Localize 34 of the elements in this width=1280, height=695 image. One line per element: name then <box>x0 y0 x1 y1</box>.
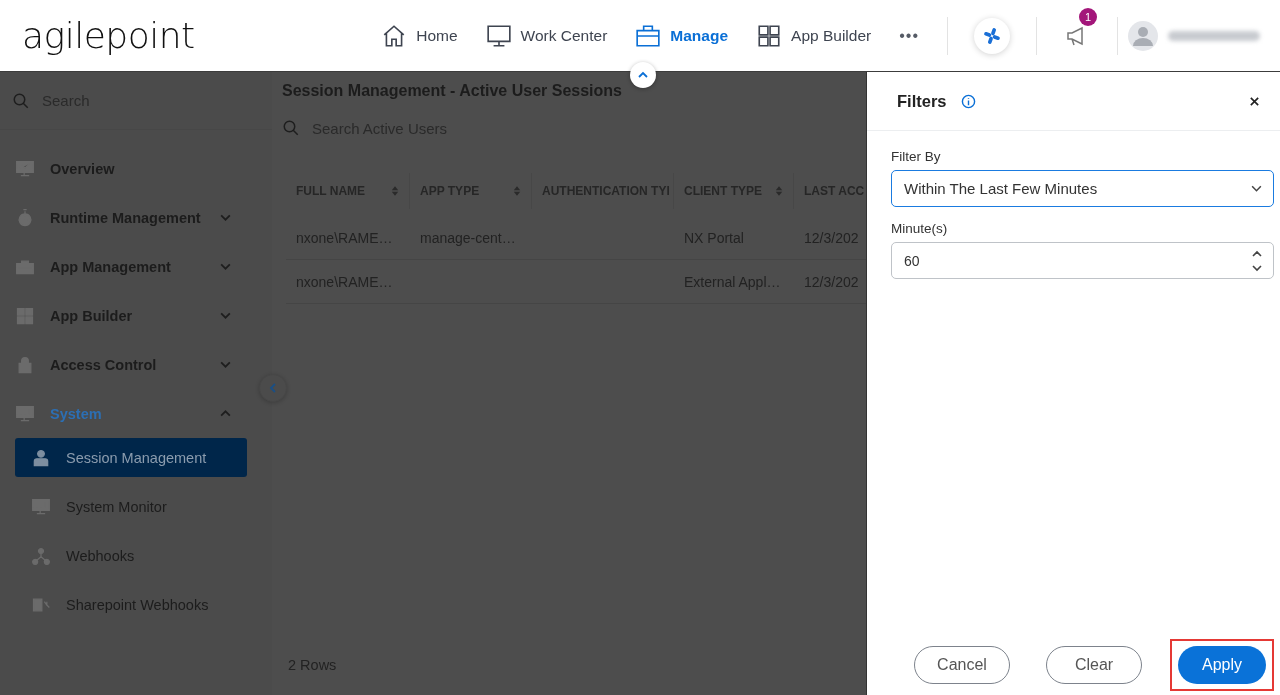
info-icon[interactable] <box>960 93 976 109</box>
field-label: Minute(s) <box>891 221 949 236</box>
filter-action-button[interactable]: Clear <box>1046 646 1142 684</box>
network-icon <box>31 545 51 566</box>
notification-badge: 1 <box>1079 7 1097 26</box>
sidebar-subitem[interactable]: Session Management <box>15 438 247 477</box>
app-button[interactable] <box>974 17 1010 54</box>
monitor-icon <box>485 22 512 49</box>
nav-tab[interactable]: Home <box>381 22 458 49</box>
filter-dropdown[interactable]: Within The Last Few Minutes <box>891 170 1274 207</box>
monitor-sliders-icon <box>31 496 51 517</box>
nav-tab[interactable]: App Builder <box>756 22 872 49</box>
field-label: Filter By <box>891 149 942 164</box>
more-button[interactable]: ••• <box>899 26 919 45</box>
collapse-header-button[interactable] <box>630 62 656 88</box>
panel-title: Filters <box>897 91 947 111</box>
logo[interactable]: agilepoint <box>22 15 195 56</box>
filter-action-button[interactable]: Apply <box>1178 646 1266 684</box>
stopwatch-icon <box>15 207 35 228</box>
number-field[interactable]: 60 <box>891 242 1274 279</box>
grid-icon <box>756 22 783 49</box>
user-icon <box>31 447 51 468</box>
search-icon <box>282 119 300 137</box>
monitor-sliders-icon <box>15 403 35 424</box>
search-icon <box>12 91 30 110</box>
nav-tab[interactable]: Manage <box>635 22 729 49</box>
nav-tab[interactable]: Work Center <box>485 22 608 49</box>
close-icon[interactable] <box>1249 95 1260 107</box>
chart-monitor-icon <box>15 158 35 179</box>
filter-action-button[interactable]: Cancel <box>914 646 1010 684</box>
sidebar-item[interactable]: System <box>0 389 272 438</box>
grid-icon <box>15 305 35 326</box>
briefcase-icon <box>635 22 662 49</box>
chevron-left-icon <box>267 382 279 394</box>
